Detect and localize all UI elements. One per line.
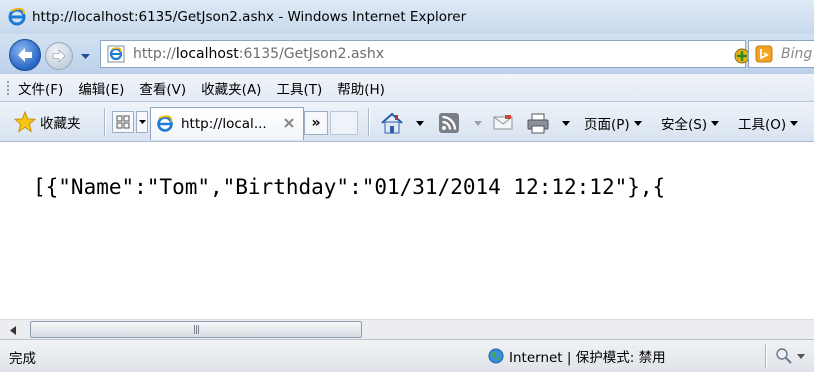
json-response-text: [{"Name":"Tom","Birthday":"01/31/2014 12… [33, 175, 666, 199]
ie-page-icon [157, 115, 173, 132]
menu-help[interactable]: 帮助(H) [337, 78, 385, 98]
chevron-down-icon [633, 120, 642, 126]
chevron-down-icon[interactable] [474, 120, 482, 126]
chevron-down-icon[interactable] [416, 120, 424, 126]
recent-pages-dropdown[interactable] [78, 50, 92, 64]
safety-menu-button[interactable]: 安全(S) [661, 110, 720, 136]
print-button[interactable] [526, 110, 570, 136]
page-menu-label: 页面(P) [584, 117, 630, 133]
security-zone[interactable]: Internet | 保护模式: 禁用 [488, 346, 666, 366]
forward-arrow-icon [52, 49, 66, 63]
home-button[interactable] [380, 110, 424, 136]
new-tab-button[interactable] [330, 111, 358, 135]
toolbar-separator [368, 108, 369, 136]
status-separator [765, 344, 766, 368]
menu-file[interactable]: 文件(F) [18, 78, 63, 98]
chevron-left-icon [10, 325, 16, 335]
window-title: http://localhost:6135/GetJson2.ashx - Wi… [32, 9, 467, 25]
quick-tabs-button[interactable] [112, 111, 134, 133]
address-toolbar: http://localhost:6135/GetJson2.ashx Bing [0, 34, 814, 74]
menubar-grip[interactable] [6, 80, 10, 96]
zoom-button[interactable] [775, 347, 805, 365]
printer-icon [527, 113, 549, 134]
address-url: http://localhost:6135/GetJson2.ashx [133, 46, 384, 62]
back-button[interactable] [9, 39, 41, 71]
rss-icon [439, 113, 459, 133]
grid-icon [116, 115, 130, 129]
scroll-left-button[interactable] [4, 323, 22, 337]
favorites-label: 收藏夹 [40, 116, 81, 132]
chevron-down-icon [797, 353, 805, 359]
star-icon [14, 111, 36, 133]
feeds-button[interactable] [438, 110, 482, 136]
address-input[interactable]: http://localhost:6135/GetJson2.ashx [100, 40, 802, 68]
menu-tools[interactable]: 工具(T) [276, 78, 322, 98]
page-menu-button[interactable]: 页面(P) [584, 110, 642, 136]
globe-icon [488, 348, 504, 364]
tools-menu-button[interactable]: 工具(O) [738, 110, 799, 136]
tools-menu-label: 工具(O) [738, 117, 787, 133]
menu-edit[interactable]: 编辑(E) [78, 78, 124, 98]
search-placeholder: Bing [781, 46, 813, 62]
menu-favorites[interactable]: 收藏夹(A) [201, 78, 261, 98]
forward-button[interactable] [45, 42, 73, 70]
mail-button[interactable] [492, 110, 514, 136]
tab-current[interactable]: http://local... [150, 107, 304, 140]
toolbar-separator [104, 108, 105, 136]
page-content: [{"Name":"Tom","Birthday":"01/31/2014 12… [0, 143, 814, 319]
menu-view[interactable]: 查看(V) [139, 78, 186, 98]
scrollbar-grip-icon: ||| [192, 324, 200, 335]
horizontal-scrollbar[interactable]: ||| [0, 319, 814, 339]
back-arrow-icon [18, 48, 32, 62]
scrollbar-thumb[interactable]: ||| [30, 321, 362, 338]
command-bar: 收藏夹 http://local... » 页面(P) 安全(S) 工具(O) [0, 102, 814, 142]
zone-text: Internet | 保护模式: 禁用 [509, 350, 666, 366]
tab-list-dropdown[interactable] [136, 111, 148, 133]
status-bar: 完成 Internet | 保护模式: 禁用 [0, 339, 814, 372]
chevron-down-icon[interactable] [562, 120, 570, 126]
more-tabs-button[interactable]: » [304, 111, 328, 135]
bing-icon [755, 45, 773, 63]
chevron-down-icon [80, 54, 90, 59]
menu-bar: 文件(F) 编辑(E) 查看(V) 收藏夹(A) 工具(T) 帮助(H) [0, 74, 814, 102]
search-input[interactable]: Bing [748, 40, 814, 68]
close-tab-icon[interactable] [283, 117, 295, 129]
home-icon [381, 112, 403, 134]
favorites-button[interactable]: 收藏夹 [14, 109, 81, 135]
tab-title: http://local... [181, 116, 267, 132]
ie-logo-icon [8, 8, 26, 26]
chevron-down-icon [711, 120, 720, 126]
ie-page-icon [107, 45, 125, 63]
chevron-down-icon [790, 120, 799, 126]
title-bar: http://localhost:6135/GetJson2.ashx - Wi… [0, 0, 814, 34]
zoom-icon [776, 348, 792, 364]
safety-menu-label: 安全(S) [661, 117, 708, 133]
status-text: 完成 [9, 351, 36, 367]
chevron-down-icon [138, 120, 146, 124]
mail-icon [493, 115, 513, 130]
